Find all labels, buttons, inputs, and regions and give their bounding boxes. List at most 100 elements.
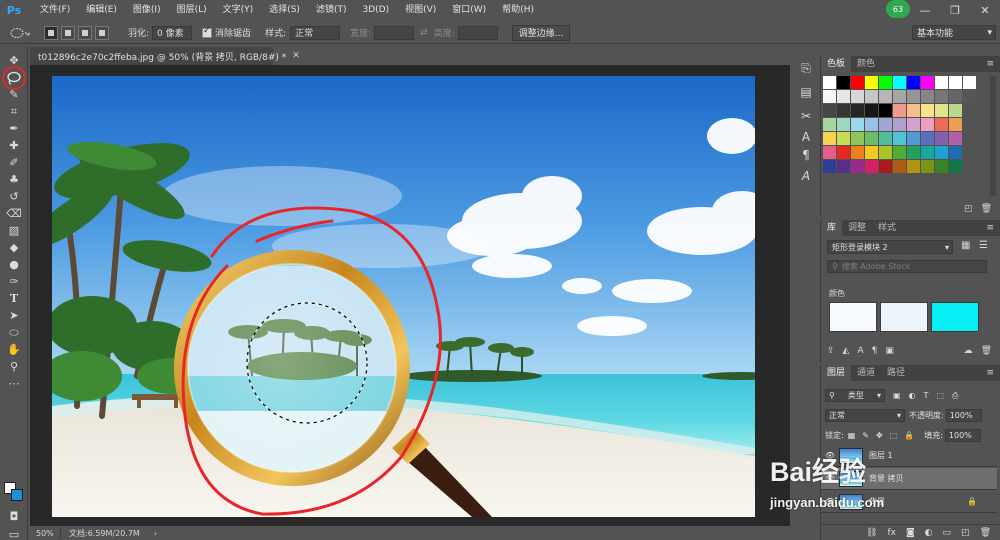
color-swatch[interactable] [907, 118, 920, 131]
color-swatch[interactable] [907, 160, 920, 173]
color-swatch[interactable] [949, 76, 962, 89]
color-swatch[interactable] [949, 118, 962, 131]
document-canvas[interactable] [52, 76, 755, 517]
lock-all-icon[interactable]: 🔒 [904, 431, 914, 440]
color-swatch[interactable] [907, 90, 920, 103]
menu-item[interactable]: 文件(F) [32, 0, 78, 20]
layer-filter-select[interactable]: ⚲ 类型 ▾ [825, 389, 885, 402]
library-color-swatch[interactable] [880, 302, 928, 332]
color-swatch[interactable] [949, 104, 962, 117]
refine-edge-button[interactable]: 调整边缘... [511, 24, 571, 41]
color-swatch[interactable] [935, 118, 948, 131]
upload-icon[interactable]: ⇪ [827, 346, 835, 356]
history-brush-tool-icon[interactable]: ↺ [0, 188, 28, 205]
color-swatch[interactable] [963, 76, 976, 89]
pen-tool-icon[interactable]: ✑ [0, 273, 28, 290]
lock-transparent-icon[interactable]: ▦ [848, 431, 856, 440]
user-badge[interactable]: 63 [886, 0, 910, 18]
color-swatch[interactable] [893, 90, 906, 103]
tab-adjustments[interactable]: 调整 [842, 220, 872, 236]
color-swatch[interactable] [879, 90, 892, 103]
lock-artboard-icon[interactable]: ⬚ [890, 431, 898, 440]
swatches-scrollbar[interactable] [990, 76, 996, 196]
color-swatch[interactable] [865, 104, 878, 117]
opacity-input[interactable]: 100% [945, 409, 982, 422]
glyph-panel-icon[interactable]: A [793, 164, 819, 188]
menu-item[interactable]: 图像(I) [125, 0, 169, 20]
color-swatch[interactable] [921, 118, 934, 131]
grid-view-icon[interactable]: ▦ [961, 240, 970, 251]
color-swatch[interactable] [823, 118, 836, 131]
menu-item[interactable]: 编辑(E) [78, 0, 125, 20]
filter-adjustment-icon[interactable]: ◐ [909, 391, 916, 401]
stamp-tool-icon[interactable]: ♣ [0, 171, 28, 188]
color-swatch[interactable] [949, 132, 962, 145]
color-swatch[interactable] [921, 146, 934, 159]
color-swatch[interactable] [921, 76, 934, 89]
eyedropper-tool-icon[interactable]: ✒ [0, 120, 28, 137]
tab-styles[interactable]: 样式 [872, 220, 902, 236]
tab-swatches[interactable]: 色板 [821, 56, 852, 72]
intersect-selection-button[interactable] [95, 25, 109, 40]
color-swatch[interactable] [837, 146, 850, 159]
color-swatch[interactable] [963, 90, 976, 103]
swap-icon[interactable]: ⇄ [420, 28, 428, 38]
color-swatch[interactable] [935, 104, 948, 117]
menu-item[interactable]: 帮助(H) [494, 0, 542, 20]
hand-tool-icon[interactable]: ✋ [0, 341, 28, 358]
lasso-tool-icon[interactable] [0, 66, 28, 90]
feather-input[interactable]: 0 像素 [152, 25, 193, 40]
path-select-tool-icon[interactable]: ➤ [0, 307, 28, 324]
workspace-select[interactable]: 基本功能 ▾ [912, 25, 996, 40]
style-select[interactable]: 正常 [290, 25, 341, 40]
color-swatch[interactable] [921, 90, 934, 103]
color-swatch[interactable] [949, 90, 962, 103]
brush-panel-icon[interactable]: ✂ [793, 104, 819, 128]
subtract-selection-button[interactable] [78, 25, 92, 40]
quick-mask-icon[interactable]: ◘ [0, 508, 28, 525]
tab-libraries[interactable]: 库 [821, 220, 843, 236]
color-swatch[interactable] [921, 160, 934, 173]
history-panel-icon[interactable]: ⎘ [793, 56, 819, 80]
color-swatch[interactable] [851, 118, 864, 131]
status-arrow-icon[interactable]: › [154, 529, 157, 538]
color-swatch[interactable] [921, 132, 934, 145]
color-swatch[interactable] [865, 118, 878, 131]
add-to-selection-button[interactable] [61, 25, 75, 40]
tab-layers[interactable]: 图层 [821, 365, 852, 381]
antialias-checkbox[interactable] [202, 26, 213, 38]
tab-channels[interactable]: 通道 [851, 365, 881, 381]
color-swatch[interactable] [879, 76, 892, 89]
color-swatch[interactable] [893, 76, 906, 89]
color-swatch[interactable] [935, 76, 948, 89]
color-swatch[interactable] [879, 160, 892, 173]
panel-menu-icon[interactable]: ≡ [986, 56, 1000, 72]
color-swatch[interactable] [823, 146, 836, 159]
library-color-swatch[interactable] [829, 302, 877, 332]
color-swatch[interactable] [837, 118, 850, 131]
color-swatch[interactable] [851, 104, 864, 117]
shape-tool-icon[interactable]: ⬭ [0, 324, 28, 341]
color-swatch[interactable] [851, 146, 864, 159]
dodge-tool-icon[interactable]: ● [0, 256, 28, 273]
color-swatch[interactable] [879, 132, 892, 145]
blur-tool-icon[interactable]: ◆ [0, 239, 28, 256]
color-swatch[interactable] [893, 160, 906, 173]
color-swatch[interactable] [893, 146, 906, 159]
brush-tool-icon[interactable]: ✐ [0, 154, 28, 171]
color-swatch[interactable] [893, 118, 906, 131]
list-view-icon[interactable]: ☰ [979, 240, 988, 251]
color-swatch[interactable] [851, 160, 864, 173]
new-swatch-icon[interactable]: ◰ [964, 204, 973, 214]
add-foreground-color-icon[interactable]: ▣ [885, 346, 894, 356]
minimize-button[interactable]: — [910, 0, 940, 20]
color-swatch[interactable] [907, 104, 920, 117]
menu-item[interactable]: 文字(Y) [215, 0, 262, 20]
color-swatch[interactable] [893, 104, 906, 117]
color-swatch[interactable] [823, 132, 836, 145]
color-swatch[interactable] [823, 104, 836, 117]
color-swatch[interactable] [893, 132, 906, 145]
color-swatch[interactable] [879, 104, 892, 117]
menu-item[interactable]: 滤镜(T) [308, 0, 355, 20]
color-swatch[interactable] [865, 132, 878, 145]
